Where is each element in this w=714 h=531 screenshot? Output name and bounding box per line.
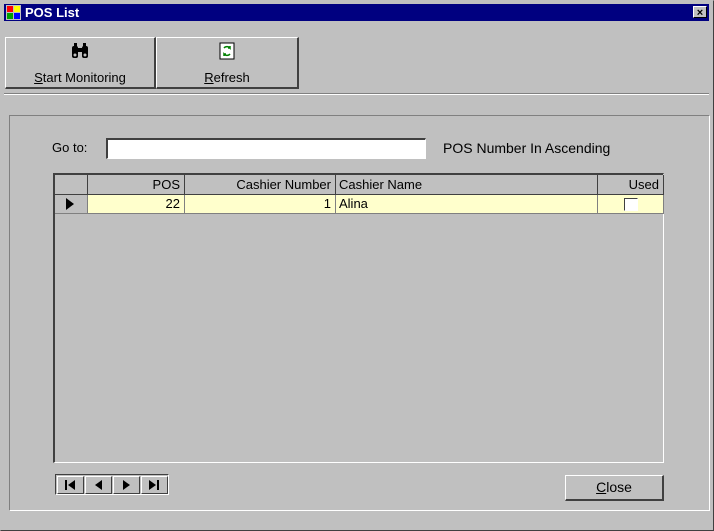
used-checkbox[interactable] [624,198,638,211]
cell-cashier-number[interactable]: 1 [185,195,336,214]
first-record-button[interactable] [57,476,84,494]
previous-record-button[interactable] [85,476,112,494]
last-record-icon [149,480,159,490]
title-bar[interactable]: POS List × [4,4,709,21]
refresh-button[interactable]: Refresh [156,37,299,89]
pos-grid[interactable]: POS Cashier Number Cashier Name Used 22 … [53,173,664,463]
window-title: POS List [25,5,80,20]
last-record-button[interactable] [141,476,168,494]
refresh-accel: R [204,70,214,85]
current-row-arrow-icon [66,198,74,210]
record-navigator [55,474,169,495]
app-icon [6,5,21,20]
binoculars-icon [72,43,88,58]
cell-used[interactable] [598,195,664,214]
next-record-button[interactable] [113,476,140,494]
refresh-label: efresh [213,70,250,85]
cell-pos[interactable]: 22 [88,195,185,214]
sort-order-label: POS Number In Ascending [443,140,611,156]
close-button[interactable]: Close [565,475,664,501]
toolbar: Start Monitoring Refresh [4,22,709,91]
start-monitoring-accel: S [34,70,43,85]
goto-input[interactable] [106,138,426,159]
column-header-cashier-number[interactable]: Cashier Number [185,175,336,195]
close-accel: C [596,479,607,495]
first-record-icon [65,480,75,490]
close-label: lose [606,479,632,495]
refresh-icon [219,42,235,60]
start-monitoring-label: tart Monitoring [42,70,126,85]
goto-label: Go to: [52,140,88,155]
column-header-cashier-name[interactable]: Cashier Name [336,175,598,195]
column-header-used[interactable]: Used [598,175,664,195]
toolbar-divider [4,93,709,95]
previous-record-icon [95,480,102,490]
start-monitoring-button[interactable]: Start Monitoring [5,37,156,89]
next-record-icon [123,480,130,490]
cell-cashier-name[interactable]: Alina [336,195,598,214]
column-header-pos[interactable]: POS [88,175,185,195]
current-row-indicator[interactable] [55,195,88,214]
row-indicator-header [55,175,88,195]
window-close-button[interactable]: × [693,6,707,19]
